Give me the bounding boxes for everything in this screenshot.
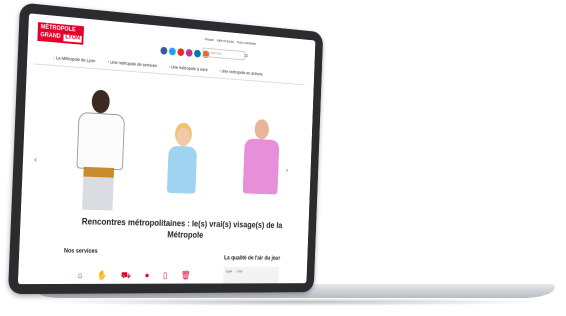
hand-icon[interactable]: ✋ [97,270,107,282]
carousel-next-icon[interactable]: › [286,166,288,174]
air-location: Lyon [225,269,233,274]
carousel-prev-icon[interactable]: ‹ [34,155,37,164]
air-quality-widget[interactable]: Lyon ☀ bon [222,266,280,285]
sun-icon: ☀ [234,269,237,274]
services-title: Nos services [63,248,98,255]
hero-banner: ‹ › Rencontres métropolitaines: le(s) v… [28,65,305,240]
hero-title[interactable]: Rencontres métropolitaines : le(s) vrai(… [81,216,283,242]
twitter-icon[interactable] [168,47,176,56]
hero-person-2 [161,127,207,222]
car-icon[interactable]: ⛟ [121,270,131,282]
top-link-contact[interactable]: Nous contacter [237,40,256,45]
bin-icon[interactable]: ▯ [163,270,168,281]
laptop-scene: MÉTROPOLE GRAND LYON Presse Aide et accè… [0,0,566,316]
water-drop-icon[interactable]: ● [144,270,150,281]
search-icon[interactable]: ⌕ [245,51,249,60]
metropole-logo[interactable]: MÉTROPOLE GRAND LYON [37,22,85,45]
linkedin-icon[interactable] [194,49,201,58]
laptop-lid: MÉTROPOLE GRAND LYON Presse Aide et accè… [7,2,324,295]
air-quality-title: La qualité de l'air du jour [223,255,281,262]
hero-title-line1: Rencontres métropolitaines : le(s) vrai(… [81,216,283,230]
instagram-icon[interactable] [185,48,193,57]
logo-line2a: GRAND [40,32,61,40]
top-link-help[interactable]: Aide et accès [217,39,234,44]
nav-item-vivre[interactable]: Une métropole à vivre [169,64,208,73]
trash-icon[interactable]: 🗑 [181,270,191,281]
search-input[interactable]: Rechercher [202,47,245,61]
facebook-icon[interactable] [160,46,168,55]
nav-item-actions[interactable]: Une métropole en actions [219,68,262,77]
hero-person-1 [67,88,134,217]
laptop-shadow [40,298,550,306]
nav-item-metropole[interactable]: La Métropole de Lyon [53,55,96,63]
service-icons: ⌂ ✋ ⛟ ● ▯ 🗑 [77,270,190,282]
laptop-screen: MÉTROPOLE GRAND LYON Presse Aide et accè… [17,13,316,285]
top-link-press[interactable]: Presse [205,37,214,42]
air-value: bon [237,269,243,274]
hero-title-line2: Métropole [167,229,204,240]
home-icon[interactable]: ⌂ [77,270,82,282]
logo-line2b: LYON [63,34,82,43]
youtube-icon[interactable] [177,48,185,57]
hero-person-3 [237,118,288,220]
nav-item-services[interactable]: Une métropole de services [108,59,157,68]
top-links: Presse Aide et accès Nous contacter [205,37,256,45]
